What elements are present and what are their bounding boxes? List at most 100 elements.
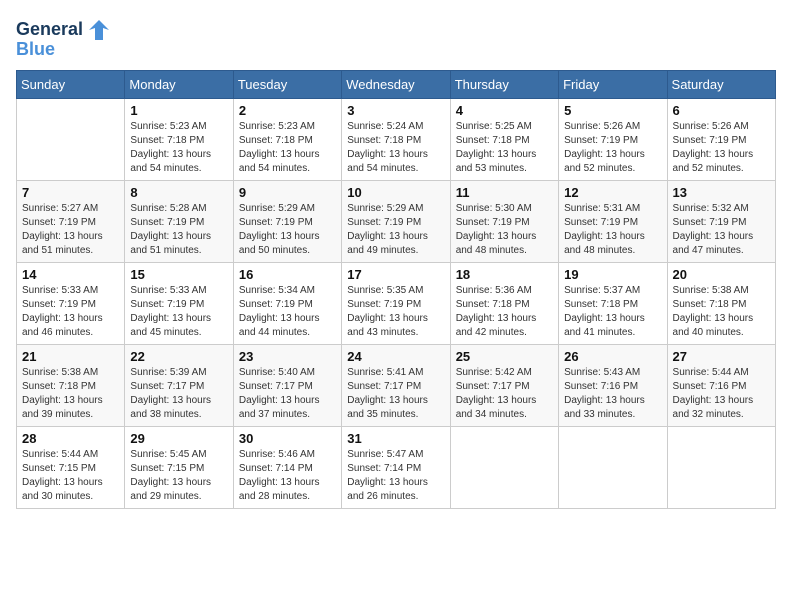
calendar-cell: 10 Sunrise: 5:29 AMSunset: 7:19 PMDayligh… xyxy=(342,180,450,262)
day-number: 7 xyxy=(22,185,119,200)
day-number: 30 xyxy=(239,431,336,446)
day-info: Sunrise: 5:25 AMSunset: 7:18 PMDaylight:… xyxy=(456,120,553,176)
weekday-header: Thursday xyxy=(450,70,558,98)
day-number: 6 xyxy=(673,103,770,118)
calendar-header: SundayMondayTuesdayWednesdayThursdayFrid… xyxy=(17,70,776,98)
calendar-cell xyxy=(450,426,558,508)
calendar-cell: 28 Sunrise: 5:44 AMSunset: 7:15 PMDayligh… xyxy=(17,426,125,508)
calendar-cell: 6Sunrise: 5:26 AMSunset: 7:19 PMDaylight… xyxy=(667,98,775,180)
day-number: 9 xyxy=(239,185,336,200)
day-number: 18 xyxy=(456,267,553,282)
calendar-table: SundayMondayTuesdayWednesdayThursdayFrid… xyxy=(16,70,776,509)
calendar-cell: 18 Sunrise: 5:36 AMSunset: 7:18 PMDayligh… xyxy=(450,262,558,344)
day-info: Sunrise: 5:43 AMSunset: 7:16 PMDaylight:… xyxy=(564,366,661,422)
calendar-cell: 12 Sunrise: 5:31 AMSunset: 7:19 PMDayligh… xyxy=(559,180,667,262)
calendar-cell: 4 Sunrise: 5:25 AMSunset: 7:18 PMDaylight… xyxy=(450,98,558,180)
day-number: 16 xyxy=(239,267,336,282)
calendar-cell xyxy=(559,426,667,508)
calendar-cell: 24 Sunrise: 5:41 AMSunset: 7:17 PMDayligh… xyxy=(342,344,450,426)
day-info: Sunrise: 5:36 AMSunset: 7:18 PMDaylight:… xyxy=(456,284,553,340)
calendar-week-row: 28 Sunrise: 5:44 AMSunset: 7:15 PMDayligh… xyxy=(17,426,776,508)
day-info: Sunrise: 5:44 AMSunset: 7:15 PMDaylight:… xyxy=(22,448,119,504)
day-number: 21 xyxy=(22,349,119,364)
day-number: 4 xyxy=(456,103,553,118)
day-number: 5 xyxy=(564,103,661,118)
day-number: 25 xyxy=(456,349,553,364)
logo: General Blue xyxy=(16,16,113,60)
day-info: Sunrise: 5:33 AMSunset: 7:19 PMDaylight:… xyxy=(130,284,227,340)
calendar-cell xyxy=(667,426,775,508)
logo-arrow-icon xyxy=(85,16,113,44)
day-info: Sunrise: 5:44 AMSunset: 7:16 PMDaylight:… xyxy=(673,366,770,422)
day-info: Sunrise: 5:46 AMSunset: 7:14 PMDaylight:… xyxy=(239,448,336,504)
day-info: Sunrise: 5:40 AMSunset: 7:17 PMDaylight:… xyxy=(239,366,336,422)
day-number: 28 xyxy=(22,431,119,446)
day-info: Sunrise: 5:23 AMSunset: 7:18 PMDaylight:… xyxy=(239,120,336,176)
day-info: Sunrise: 5:28 AMSunset: 7:19 PMDaylight:… xyxy=(130,202,227,258)
calendar-week-row: 1Sunrise: 5:23 AMSunset: 7:18 PMDaylight… xyxy=(17,98,776,180)
day-info: Sunrise: 5:39 AMSunset: 7:17 PMDaylight:… xyxy=(130,366,227,422)
day-info: Sunrise: 5:24 AMSunset: 7:18 PMDaylight:… xyxy=(347,120,444,176)
page-header: General Blue xyxy=(16,16,776,60)
calendar-cell: 21 Sunrise: 5:38 AMSunset: 7:18 PMDayligh… xyxy=(17,344,125,426)
calendar-cell xyxy=(17,98,125,180)
day-number: 26 xyxy=(564,349,661,364)
calendar-week-row: 21 Sunrise: 5:38 AMSunset: 7:18 PMDayligh… xyxy=(17,344,776,426)
calendar-cell: 25 Sunrise: 5:42 AMSunset: 7:17 PMDayligh… xyxy=(450,344,558,426)
calendar-body: 1Sunrise: 5:23 AMSunset: 7:18 PMDaylight… xyxy=(17,98,776,508)
day-info: Sunrise: 5:45 AMSunset: 7:15 PMDaylight:… xyxy=(130,448,227,504)
day-number: 12 xyxy=(564,185,661,200)
calendar-cell: 27 Sunrise: 5:44 AMSunset: 7:16 PMDayligh… xyxy=(667,344,775,426)
day-number: 31 xyxy=(347,431,444,446)
day-number: 13 xyxy=(673,185,770,200)
day-number: 8 xyxy=(130,185,227,200)
calendar-cell: 8 Sunrise: 5:28 AMSunset: 7:19 PMDaylight… xyxy=(125,180,233,262)
calendar-cell: 5Sunrise: 5:26 AMSunset: 7:19 PMDaylight… xyxy=(559,98,667,180)
day-info: Sunrise: 5:29 AMSunset: 7:19 PMDaylight:… xyxy=(239,202,336,258)
day-number: 11 xyxy=(456,185,553,200)
calendar-cell: 1Sunrise: 5:23 AMSunset: 7:18 PMDaylight… xyxy=(125,98,233,180)
day-info: Sunrise: 5:37 AMSunset: 7:18 PMDaylight:… xyxy=(564,284,661,340)
calendar-cell: 19 Sunrise: 5:37 AMSunset: 7:18 PMDayligh… xyxy=(559,262,667,344)
day-info: Sunrise: 5:38 AMSunset: 7:18 PMDaylight:… xyxy=(22,366,119,422)
day-info: Sunrise: 5:35 AMSunset: 7:19 PMDaylight:… xyxy=(347,284,444,340)
day-number: 23 xyxy=(239,349,336,364)
day-info: Sunrise: 5:31 AMSunset: 7:19 PMDaylight:… xyxy=(564,202,661,258)
day-number: 22 xyxy=(130,349,227,364)
day-number: 15 xyxy=(130,267,227,282)
logo-text-general: General xyxy=(16,20,83,40)
calendar-cell: 15 Sunrise: 5:33 AMSunset: 7:19 PMDayligh… xyxy=(125,262,233,344)
calendar-week-row: 7 Sunrise: 5:27 AMSunset: 7:19 PMDaylight… xyxy=(17,180,776,262)
day-info: Sunrise: 5:38 AMSunset: 7:18 PMDaylight:… xyxy=(673,284,770,340)
day-number: 10 xyxy=(347,185,444,200)
day-number: 2 xyxy=(239,103,336,118)
calendar-cell: 22 Sunrise: 5:39 AMSunset: 7:17 PMDayligh… xyxy=(125,344,233,426)
calendar-week-row: 14 Sunrise: 5:33 AMSunset: 7:19 PMDayligh… xyxy=(17,262,776,344)
day-info: Sunrise: 5:42 AMSunset: 7:17 PMDaylight:… xyxy=(456,366,553,422)
calendar-cell: 26 Sunrise: 5:43 AMSunset: 7:16 PMDayligh… xyxy=(559,344,667,426)
day-info: Sunrise: 5:33 AMSunset: 7:19 PMDaylight:… xyxy=(22,284,119,340)
day-number: 20 xyxy=(673,267,770,282)
day-info: Sunrise: 5:30 AMSunset: 7:19 PMDaylight:… xyxy=(456,202,553,258)
weekday-header: Monday xyxy=(125,70,233,98)
weekday-header: Friday xyxy=(559,70,667,98)
day-number: 27 xyxy=(673,349,770,364)
calendar-cell: 3 Sunrise: 5:24 AMSunset: 7:18 PMDaylight… xyxy=(342,98,450,180)
calendar-cell: 30 Sunrise: 5:46 AMSunset: 7:14 PMDayligh… xyxy=(233,426,341,508)
day-info: Sunrise: 5:32 AMSunset: 7:19 PMDaylight:… xyxy=(673,202,770,258)
weekday-header: Sunday xyxy=(17,70,125,98)
day-info: Sunrise: 5:23 AMSunset: 7:18 PMDaylight:… xyxy=(130,120,227,176)
calendar-cell: 23 Sunrise: 5:40 AMSunset: 7:17 PMDayligh… xyxy=(233,344,341,426)
day-number: 19 xyxy=(564,267,661,282)
day-info: Sunrise: 5:27 AMSunset: 7:19 PMDaylight:… xyxy=(22,202,119,258)
calendar-cell: 13 Sunrise: 5:32 AMSunset: 7:19 PMDayligh… xyxy=(667,180,775,262)
day-info: Sunrise: 5:47 AMSunset: 7:14 PMDaylight:… xyxy=(347,448,444,504)
day-number: 24 xyxy=(347,349,444,364)
day-number: 14 xyxy=(22,267,119,282)
day-info: Sunrise: 5:41 AMSunset: 7:17 PMDaylight:… xyxy=(347,366,444,422)
calendar-cell: 7 Sunrise: 5:27 AMSunset: 7:19 PMDaylight… xyxy=(17,180,125,262)
day-number: 3 xyxy=(347,103,444,118)
day-number: 17 xyxy=(347,267,444,282)
day-info: Sunrise: 5:29 AMSunset: 7:19 PMDaylight:… xyxy=(347,202,444,258)
calendar-cell: 20 Sunrise: 5:38 AMSunset: 7:18 PMDayligh… xyxy=(667,262,775,344)
